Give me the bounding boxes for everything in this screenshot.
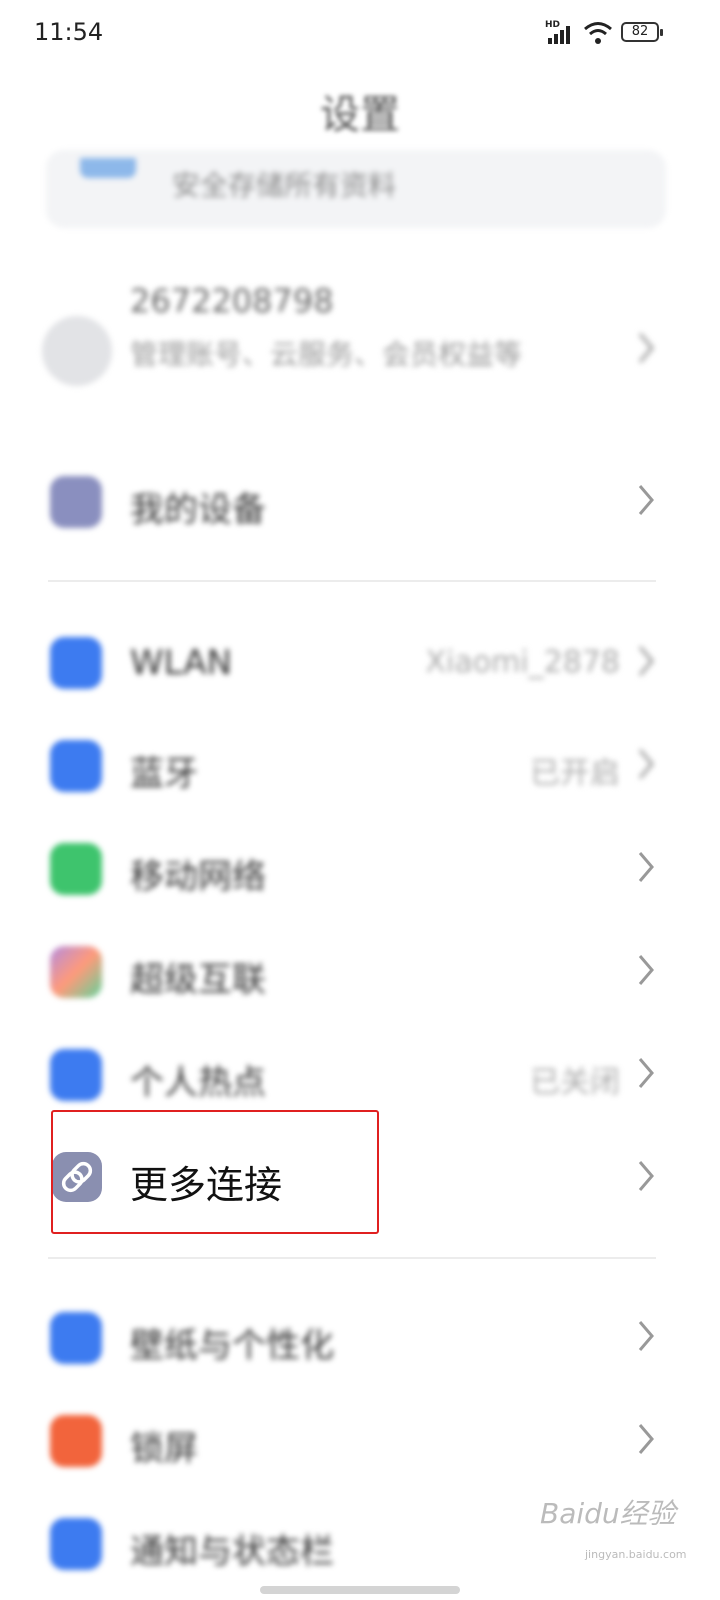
home-indicator[interactable] [260,1586,460,1594]
watermark-url: jingyan.baidu.com [585,1548,687,1561]
settings-item-super-connect[interactable]: 超级互联 [0,922,720,1022]
cloud-card-text: 安全存储所有资料 [172,169,397,202]
item-label: 个人热点 [130,1063,266,1103]
item-label: 移动网络 [130,857,266,897]
chevron-right-icon [634,1316,658,1356]
cloud-icon [80,158,136,178]
chevron-right-icon [634,950,658,990]
settings-item-lock-screen[interactable]: 锁屏 [0,1391,720,1491]
chevron-right-icon [634,328,658,368]
wifi-icon [50,637,102,689]
item-value: Xiaomi_2878 [425,645,620,680]
hotspot-icon [50,1049,102,1101]
chevron-right-icon [634,641,658,681]
chevron-right-icon [634,847,658,887]
account-row[interactable]: 2672208798 管理账号、云服务、会员权益等 [0,270,720,440]
settings-item-mobile-network[interactable]: 移动网络 [0,819,720,919]
settings-item-wlan[interactable]: WLAN Xiaomi_2878 [0,613,720,713]
item-label: 蓝牙 [130,754,198,794]
settings-item-bluetooth[interactable]: 蓝牙 已开启 [0,716,720,816]
item-value: 已开启 [530,756,620,791]
settings-item-wallpaper[interactable]: 壁纸与个性化 [0,1288,720,1388]
chevron-right-icon [634,1419,658,1459]
item-label: 壁纸与个性化 [130,1326,334,1366]
signal-icon [548,24,576,44]
bluetooth-icon [50,740,102,792]
device-icon [50,476,102,528]
cloud-card[interactable]: 安全存储所有资料 [46,150,666,228]
item-value: 已关闭 [530,1065,620,1100]
chevron-right-icon [634,1053,658,1093]
item-label: 超级互联 [130,960,266,1000]
battery-icon: 82 [621,22,663,42]
chevron-right-icon [634,1156,658,1196]
divider [48,580,656,582]
chevron-right-icon [634,744,658,784]
wifi-status-icon [583,20,613,46]
item-label: 通知与状态栏 [130,1532,334,1572]
lock-icon [50,1415,102,1467]
status-time: 11:54 [34,18,104,46]
settings-item-my-device[interactable]: 我的设备 [0,452,720,552]
item-label: 我的设备 [130,490,266,530]
item-label: 锁屏 [130,1429,198,1469]
watermark: Baidu经验 [540,1497,676,1530]
cellular-icon [50,843,102,895]
page-title: 设置 [320,92,400,138]
wallpaper-icon [50,1312,102,1364]
highlight-box [51,1110,379,1234]
chevron-right-icon [634,480,658,520]
notification-icon [50,1518,102,1570]
super-connect-icon [50,946,102,998]
status-bar: 11:54 HD 82 [0,0,720,66]
divider [48,1257,656,1259]
item-label: WLAN [130,643,233,683]
